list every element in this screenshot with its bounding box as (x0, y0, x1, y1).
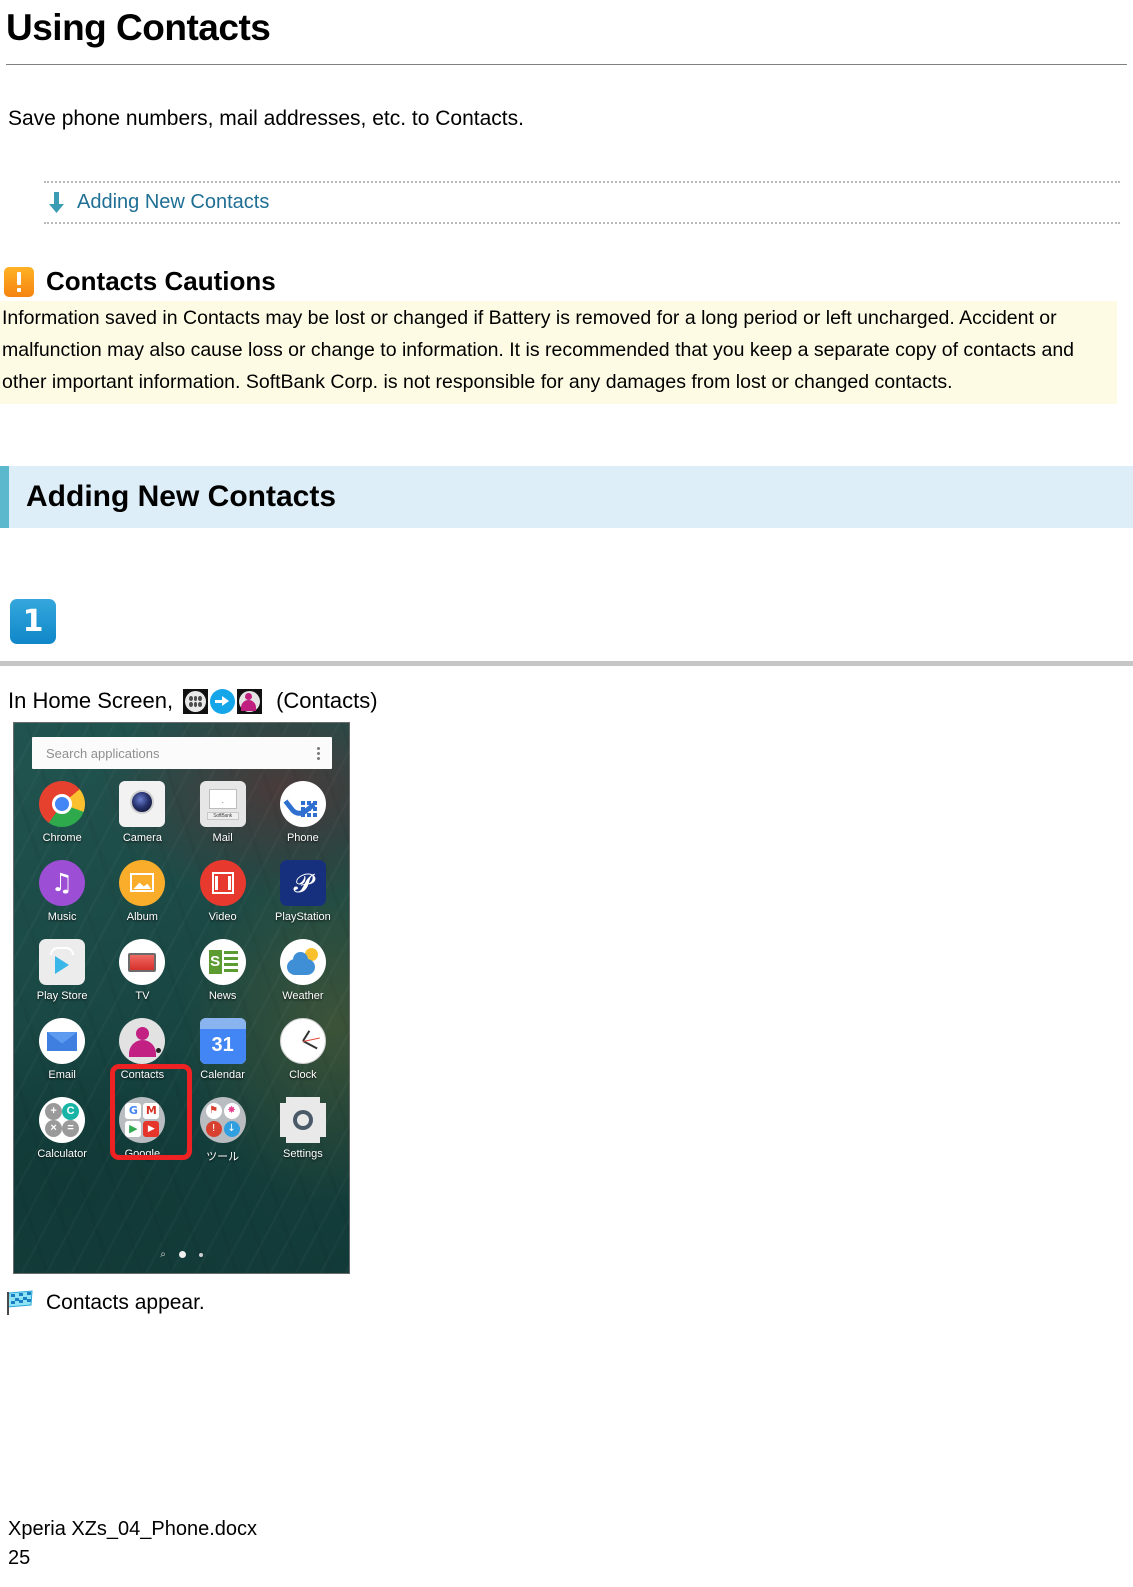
mail-icon: SoftBank (199, 781, 246, 828)
app-label: Clock (289, 1069, 317, 1082)
app-item-chrome[interactable]: Chrome (22, 781, 102, 844)
app-label: Music (47, 911, 77, 924)
app-item-calendar[interactable]: 31 Calendar (183, 1018, 263, 1081)
calendar-day: 31 (199, 1029, 246, 1065)
app-label: Calendar (200, 1069, 245, 1082)
app-label: Email (48, 1069, 76, 1082)
music-icon (39, 860, 86, 907)
app-label: Play Store (36, 990, 88, 1003)
step-instruction-lead: In Home Screen, (8, 688, 174, 714)
calculator-glyph: + (45, 1103, 63, 1121)
app-label: ツール (206, 1151, 240, 1164)
phone-icon (279, 781, 326, 828)
app-item-news[interactable]: S News (183, 939, 263, 1002)
app-item-calculator[interactable]: + C × = Calculator (22, 1097, 102, 1164)
app-label: Camera (122, 832, 162, 845)
app-label: PlayStation (275, 911, 331, 924)
search-glyph-icon: ⌕ (160, 1249, 166, 1261)
app-drawer-icon (183, 688, 209, 714)
footer: Xperia XZs_04_Phone.docx 25 (8, 1515, 257, 1573)
app-item-weather[interactable]: Weather (263, 939, 343, 1002)
album-icon (119, 860, 166, 907)
page-dot-active[interactable] (178, 1251, 186, 1259)
video-icon (199, 860, 246, 907)
play-store-icon (39, 939, 86, 986)
tv-icon (119, 939, 166, 986)
calculator-glyph: C (62, 1103, 80, 1121)
camera-icon (119, 781, 166, 828)
checkered-flag-icon (7, 1290, 33, 1316)
news-icon: S (199, 939, 246, 986)
app-item-video[interactable]: Video (183, 860, 263, 923)
footer-page-number: 25 (8, 1547, 31, 1569)
section-title: Adding New Contacts (26, 480, 337, 514)
caution-body: Information saved in Contacts may be los… (0, 301, 1117, 405)
tools-folder-icon: ⚑ ✸ ! ↓ (199, 1097, 246, 1144)
app-label: Weather (282, 990, 324, 1003)
arrow-down-icon (49, 191, 64, 213)
app-item-album[interactable]: Album (102, 860, 182, 923)
calculator-glyph: × (45, 1120, 63, 1138)
app-label: Settings (283, 1148, 323, 1161)
chrome-icon (39, 781, 86, 828)
step-divider (0, 661, 1133, 667)
app-label: Phone (286, 832, 319, 845)
jump-link-label: Adding New Contacts (77, 191, 270, 214)
app-label: Calculator (37, 1148, 87, 1161)
app-item-tv[interactable]: TV (102, 939, 182, 1002)
app-item-music[interactable]: Music (22, 860, 102, 923)
step-instruction: In Home Screen, (Contacts) (8, 688, 1133, 714)
weather-icon (279, 939, 326, 986)
dotted-divider-bottom (44, 222, 1120, 225)
app-label: News (208, 990, 237, 1003)
calculator-glyph: = (62, 1120, 80, 1138)
clock-icon (279, 1018, 326, 1065)
app-label: Chrome (42, 832, 82, 845)
step-instruction-tail: (Contacts) (276, 688, 378, 714)
app-item-tools-folder[interactable]: ⚑ ✸ ! ↓ ツール (183, 1097, 263, 1164)
app-item-mail[interactable]: SoftBank Mail (183, 781, 263, 844)
settings-icon (279, 1097, 326, 1144)
warning-icon (4, 266, 34, 297)
result-row: Contacts appear. (6, 1290, 1133, 1316)
search-input[interactable]: Search applications (32, 737, 332, 770)
title-divider (6, 64, 1127, 66)
home-page-indicator: ⌕ (14, 1249, 349, 1260)
app-label: Mail (212, 832, 233, 845)
app-label: Album (126, 911, 158, 924)
page-dot[interactable] (198, 1252, 203, 1257)
softbank-badge: SoftBank (206, 812, 239, 821)
calculator-icon: + C × = (39, 1097, 86, 1144)
jump-link-adding-new-contacts[interactable]: Adding New Contacts (44, 183, 1120, 222)
result-text: Contacts appear. (46, 1291, 205, 1315)
app-label: Video (208, 911, 237, 924)
playstation-icon (279, 860, 326, 907)
calendar-icon: 31 (199, 1018, 246, 1065)
phone-screenshot: Search applications Chrome Camera SoftBa… (13, 722, 350, 1275)
app-item-camera[interactable]: Camera (102, 781, 182, 844)
app-item-email[interactable]: Email (22, 1018, 102, 1081)
contacts-icon (119, 1018, 166, 1065)
intro-paragraph: Save phone numbers, mail addresses, etc.… (8, 107, 524, 131)
jump-link-block: Adding New Contacts (44, 181, 1120, 225)
kebab-menu-icon[interactable] (317, 746, 320, 760)
email-icon (39, 1018, 86, 1065)
footer-filename: Xperia XZs_04_Phone.docx (8, 1518, 258, 1540)
search-placeholder: Search applications (46, 745, 160, 761)
contacts-highlight-box (110, 1064, 192, 1161)
app-item-playstation[interactable]: PlayStation (263, 860, 343, 923)
caution-header: Contacts Cautions (4, 266, 1133, 297)
app-item-play-store[interactable]: Play Store (22, 939, 102, 1002)
contacts-icon (237, 688, 263, 714)
app-label: TV (135, 990, 150, 1003)
app-item-settings[interactable]: Settings (263, 1097, 343, 1164)
step-number-badge: 1 (10, 599, 56, 645)
page-title: Using Contacts (6, 7, 271, 48)
caution-title: Contacts Cautions (46, 266, 276, 297)
app-item-phone[interactable]: Phone (263, 781, 343, 844)
section-header-band: Adding New Contacts (0, 466, 1133, 529)
arrow-right-icon (210, 688, 236, 714)
app-item-clock[interactable]: Clock (263, 1018, 343, 1081)
